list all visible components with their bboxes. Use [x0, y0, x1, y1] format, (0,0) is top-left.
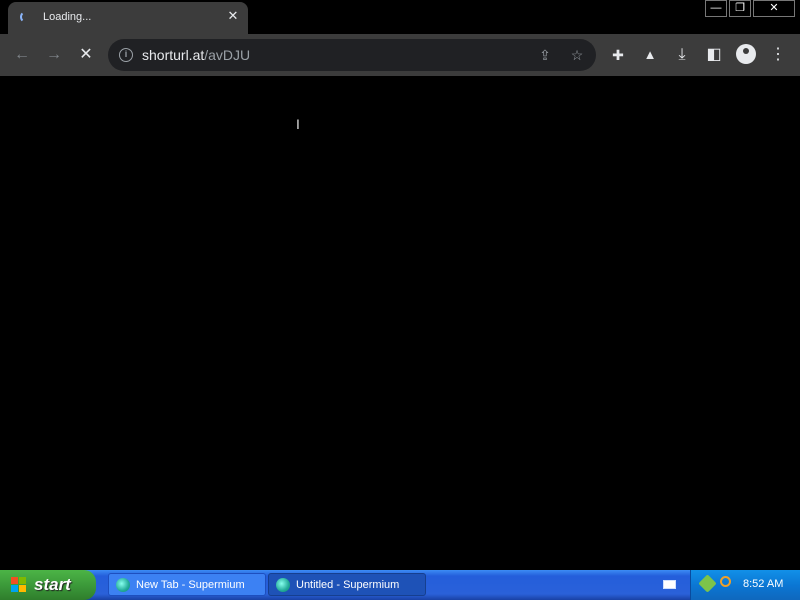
task-label: Untitled - Supermium [296, 579, 400, 591]
tab-close-icon[interactable]: ✕ [224, 7, 242, 25]
url-path: /avDJU [204, 47, 251, 63]
text-cursor-icon: I [296, 116, 300, 132]
bookmark-star-icon[interactable]: ☆ [568, 46, 586, 64]
side-panel-icon[interactable]: ◧ [702, 43, 726, 67]
clock: 8:52 AM [743, 578, 784, 590]
restore-button[interactable]: ❐ [729, 0, 751, 17]
browser-tab[interactable]: Loading... ✕ [8, 2, 248, 34]
loading-spinner-icon [20, 11, 32, 23]
system-tray: 8:52 AM [690, 570, 800, 600]
minimize-button[interactable]: — [705, 0, 727, 17]
taskbar-item-untitled[interactable]: Untitled - Supermium [268, 573, 426, 596]
address-bar[interactable]: i shorturl.at/avDJU ⇪ ☆ [108, 39, 596, 71]
forward-icon[interactable]: → [42, 43, 66, 67]
back-icon[interactable]: ← [10, 43, 34, 67]
stop-loading-icon[interactable]: ✕ [74, 43, 98, 67]
search-icon[interactable] [720, 576, 731, 587]
profile-avatar-icon[interactable] [736, 44, 756, 64]
menu-icon[interactable]: ⋮ [766, 43, 790, 67]
labs-flask-icon[interactable]: ▲ [638, 43, 662, 67]
supermium-icon [116, 578, 130, 592]
taskbar: start New Tab - Supermium Untitled - Sup… [0, 570, 800, 600]
taskbar-item-new-tab[interactable]: New Tab - Supermium [108, 573, 266, 596]
start-button[interactable]: start [0, 570, 96, 600]
download-icon[interactable]: ⤓ [670, 43, 694, 67]
url-text[interactable]: shorturl.at/avDJU [142, 47, 250, 63]
network-icon[interactable] [698, 574, 717, 593]
start-label: start [34, 575, 71, 594]
browser-toolbar: ← → ✕ i shorturl.at/avDJU ⇪ ☆ ✚ ▲ ⤓ ◧ ⋮ [0, 34, 800, 76]
keyboard-icon[interactable] [663, 580, 676, 589]
tab-strip: Loading... ✕ — ❐ ✕ [0, 0, 800, 34]
windows-logo-icon [11, 577, 26, 592]
extensions-icon[interactable]: ✚ [606, 43, 630, 67]
tab-title: Loading... [43, 11, 92, 23]
site-info-icon[interactable]: i [119, 48, 133, 62]
page-content: I [0, 76, 800, 570]
close-window-button[interactable]: ✕ [753, 0, 795, 17]
share-icon[interactable]: ⇪ [536, 46, 554, 64]
task-label: New Tab - Supermium [136, 579, 245, 591]
url-host: shorturl.at [142, 47, 205, 63]
supermium-icon [276, 578, 290, 592]
